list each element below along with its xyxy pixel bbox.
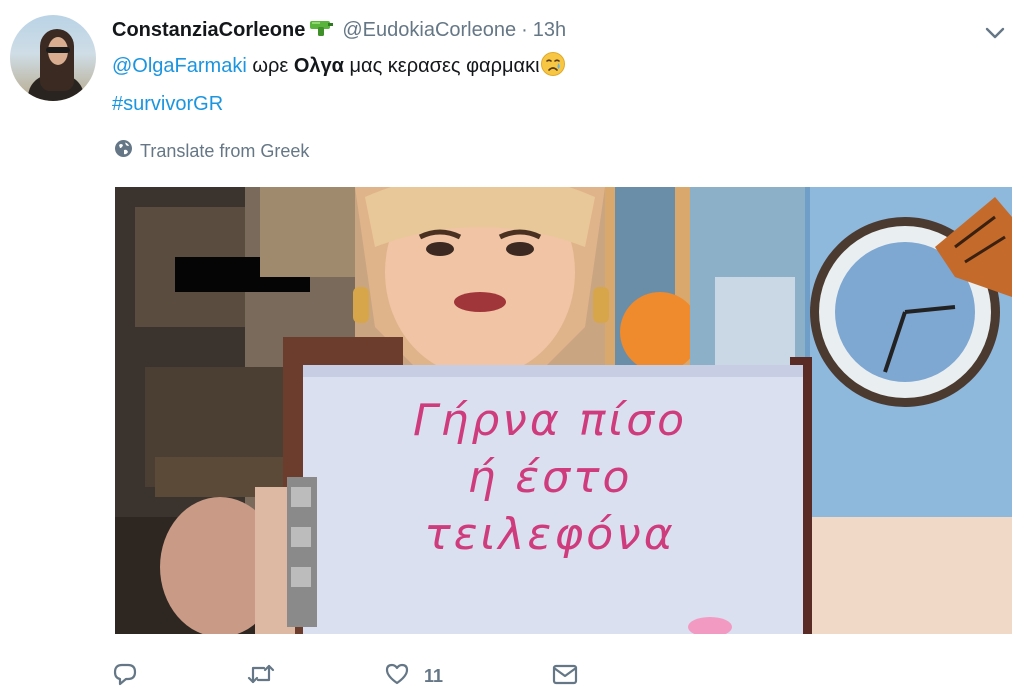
- sign-line: ή έστο: [467, 452, 633, 503]
- hashtag-link[interactable]: #survivorGR: [112, 93, 223, 115]
- tweet-header: ConstanziaCorleone @EudokiaCorleone · 13…: [112, 17, 566, 43]
- water-pistol-icon: [308, 18, 334, 43]
- like-count: 11: [424, 665, 444, 686]
- mention-link[interactable]: @OlgaFarmaki: [112, 55, 247, 77]
- tweet-bold-word: Ολγα: [293, 55, 344, 77]
- translate-label: Translate from Greek: [140, 140, 310, 161]
- heart-icon: [384, 662, 410, 691]
- globe-icon: [114, 139, 133, 163]
- crying-face-icon: [540, 51, 566, 88]
- tweet-text: @OlgaFarmaki ωρε Ολγα μας κερασες φαρμακ…: [112, 50, 992, 121]
- user-handle[interactable]: @EudokiaCorleone: [342, 19, 516, 42]
- retweet-button[interactable]: [246, 658, 276, 694]
- translate-link[interactable]: Translate from Greek: [114, 139, 309, 163]
- sign-line: Γήρνα πίσο: [412, 395, 688, 446]
- envelope-icon: [551, 662, 579, 691]
- like-button[interactable]: 11: [384, 658, 443, 694]
- tweet-text-rest: μας κερασες φαρμακι: [349, 55, 540, 77]
- separator-dot: ·: [521, 18, 528, 41]
- display-name[interactable]: ConstanziaCorleone: [112, 19, 305, 42]
- sign-handwriting: Γήρνα πίσο ή έστο τειλεφόνα: [310, 392, 790, 563]
- reply-icon: [112, 662, 138, 691]
- tweet-text-line-2: #survivorGR: [112, 88, 992, 121]
- sign-line: τειλεφόνα: [424, 509, 676, 560]
- tweet-actions: 11: [112, 658, 579, 694]
- timestamp[interactable]: 13h: [533, 19, 566, 42]
- retweet-icon: [246, 662, 276, 691]
- chevron-down-icon[interactable]: [984, 22, 1006, 44]
- reply-button[interactable]: [112, 658, 138, 694]
- direct-message-button[interactable]: [551, 658, 579, 694]
- tweet-word: ωρε: [252, 55, 289, 77]
- avatar-sunglasses: [46, 47, 70, 53]
- avatar[interactable]: [10, 15, 96, 101]
- tweet-text-line-1: @OlgaFarmaki ωρε Ολγα μας κερασες φαρμακ…: [112, 50, 992, 88]
